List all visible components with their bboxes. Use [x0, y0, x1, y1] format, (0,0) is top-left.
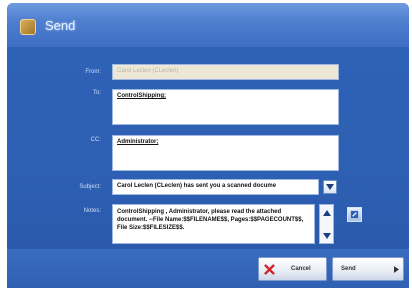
from-field: Carol Leclen (CLeclen) — [112, 64, 339, 80]
notes-field[interactable]: ControlShipping , Administrator, please … — [112, 204, 315, 244]
to-label: To: — [92, 90, 101, 96]
send-button-label: Send — [341, 266, 356, 272]
send-button[interactable]: Send — [332, 257, 404, 281]
app-icon — [20, 19, 36, 35]
send-dialog: Send From: Carol Leclen (CLeclen) To: Co… — [7, 3, 409, 288]
from-label: From: — [85, 69, 101, 75]
chevron-down-icon — [326, 184, 334, 190]
to-field[interactable]: ControlShipping; — [112, 89, 339, 125]
edit-icon — [350, 210, 359, 219]
cancel-button[interactable]: Cancel — [258, 257, 327, 281]
arrow-down-icon — [322, 232, 331, 239]
subject-field[interactable]: Carol Leclen (CLeclen) has sent you a sc… — [112, 179, 319, 195]
cc-field[interactable]: Administrator; — [112, 135, 339, 171]
action-bar: Cancel Send — [7, 249, 409, 288]
cc-label: CC: — [90, 137, 101, 143]
close-icon — [264, 263, 275, 275]
subject-dropdown-button[interactable] — [323, 180, 337, 194]
arrow-up-icon — [322, 209, 331, 216]
arrow-right-icon — [393, 265, 399, 273]
notes-scrollbar[interactable] — [319, 204, 334, 244]
subject-label: Subject: — [79, 184, 101, 190]
title-bar: Send — [7, 3, 409, 47]
scroll-down-button[interactable] — [321, 230, 332, 241]
notes-edit-button[interactable] — [347, 207, 362, 222]
window-title: Send — [45, 18, 76, 33]
scroll-up-button[interactable] — [321, 207, 332, 218]
cancel-button-label: Cancel — [291, 266, 311, 272]
notes-label: Notes: — [83, 208, 101, 214]
